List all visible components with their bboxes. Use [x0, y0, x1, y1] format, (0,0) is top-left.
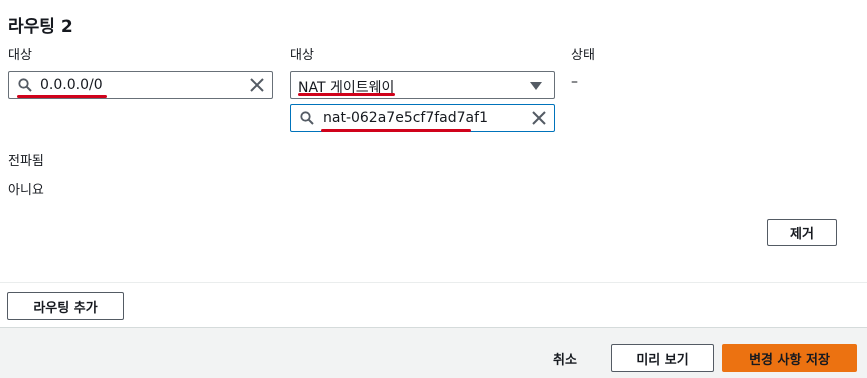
status-value: – — [571, 74, 578, 90]
route-title: 라우팅 2 — [8, 17, 73, 37]
annotation-underline — [17, 95, 107, 98]
annotation-underline — [321, 129, 471, 132]
divider — [0, 282, 867, 283]
search-icon — [300, 111, 314, 125]
target-id-input[interactable]: nat-062a7e5cf7fad7af1 — [290, 104, 555, 132]
route-panel: 라우팅 2 대상 대상 상태 0.0.0.0/0 NAT 게이트웨이 nat-0… — [0, 0, 867, 328]
destination-label: 대상 — [8, 48, 32, 63]
destination-value: 0.0.0.0/0 — [40, 77, 103, 93]
chevron-down-icon — [530, 82, 542, 90]
preview-button[interactable]: 미리 보기 — [611, 344, 714, 372]
clear-icon[interactable] — [531, 110, 547, 126]
propagated-value: 아니요 — [8, 183, 44, 198]
add-route-button[interactable]: 라우팅 추가 — [7, 292, 124, 320]
clear-icon[interactable] — [249, 77, 265, 93]
cancel-button[interactable]: 취소 — [553, 349, 577, 368]
save-changes-button[interactable]: 변경 사항 저장 — [722, 344, 857, 372]
annotation-underline — [298, 93, 395, 96]
status-label: 상태 — [571, 48, 595, 63]
target-id-value: nat-062a7e5cf7fad7af1 — [323, 110, 488, 126]
propagated-label: 전파됨 — [8, 154, 44, 169]
search-icon — [18, 78, 32, 92]
remove-button[interactable]: 제거 — [767, 219, 837, 246]
target-label: 대상 — [290, 48, 314, 63]
